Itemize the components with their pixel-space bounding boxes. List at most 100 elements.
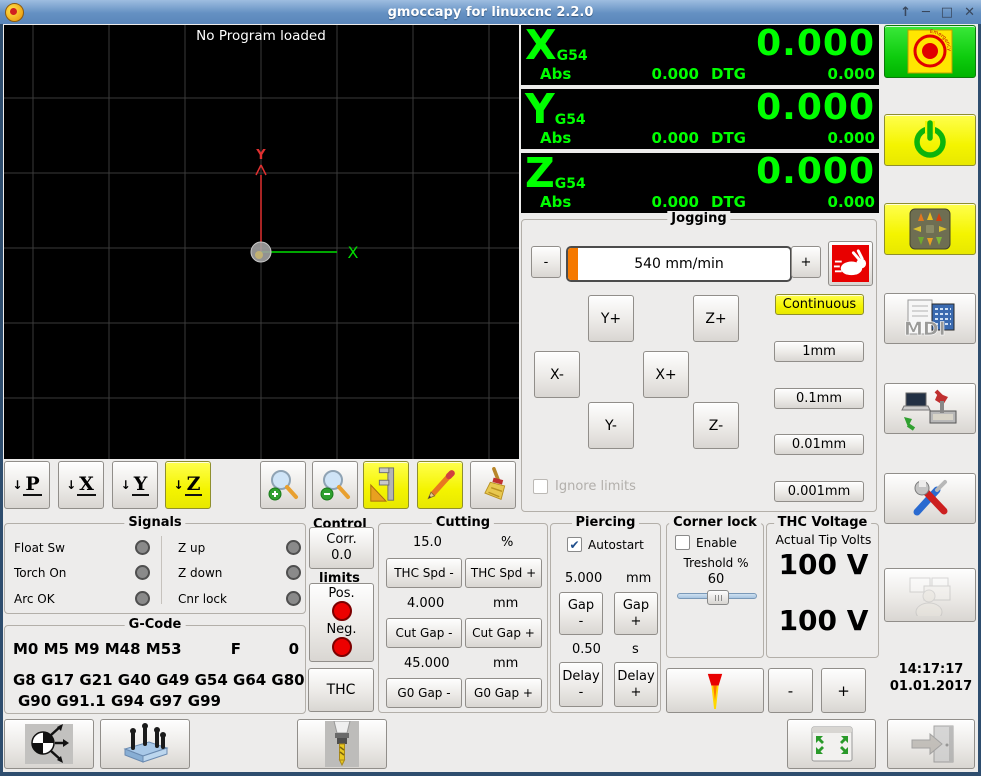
view-y-button[interactable]: ↓ Y <box>112 461 158 509</box>
clear-plot-button[interactable] <box>470 461 516 509</box>
feed-value: 0 <box>288 640 299 658</box>
maximize-button[interactable]: □ <box>941 5 953 20</box>
increment-0.001mm-button[interactable]: 0.001mm <box>774 481 864 502</box>
shade-button[interactable]: ↑ <box>900 5 911 20</box>
neg-limit-led <box>331 637 352 657</box>
cut-gap-minus-button[interactable]: Cut Gap - <box>386 618 462 648</box>
run-machine-icon <box>901 389 957 431</box>
view-z-button[interactable]: ↓ Z <box>165 461 211 509</box>
increment-1mm-button[interactable]: 1mm <box>774 341 864 362</box>
gcode-title: G-Code <box>124 617 186 632</box>
signals-divider <box>161 536 162 604</box>
titlebar[interactable]: gmoccapy for linuxcnc 2.2.0 ↑ ─ □ ✕ <box>0 0 981 24</box>
estop-button[interactable]: Emergency-Stop <box>884 25 976 78</box>
signal-z-down-label: Z down <box>178 566 223 580</box>
jog-y-minus-button[interactable]: Y- <box>588 402 634 449</box>
cut-gap-plus-button[interactable]: Cut Gap + <box>465 618 542 648</box>
fullscreen-button[interactable] <box>787 719 876 769</box>
gcode-panel: G-Code M0 M5 M9 M48 M53 F 0 G8 G17 G21 G… <box>4 617 306 714</box>
jog-speed-value: 540 mm/min <box>634 256 724 272</box>
enable-label: Enable <box>696 535 737 550</box>
increment-continuous-button[interactable]: Continuous <box>775 294 864 315</box>
thc-button[interactable]: THC <box>308 668 374 712</box>
touch-plate-button[interactable] <box>100 719 190 769</box>
thc-speed-unit: % <box>501 535 514 550</box>
signal-torch-on-label: Torch On <box>14 566 67 580</box>
jog-x-minus-button[interactable]: X- <box>534 351 580 398</box>
z-down-led <box>286 565 301 580</box>
thc-voltage-title: THC Voltage <box>773 515 872 530</box>
clock-date: 01.01.2017 <box>889 679 973 694</box>
g0-gap-unit: mm <box>493 656 519 671</box>
minimize-button[interactable]: ─ <box>922 5 930 20</box>
settings-button[interactable] <box>884 473 976 524</box>
jog-speed-minus-button[interactable]: - <box>531 246 561 278</box>
close-button[interactable]: ✕ <box>964 5 975 20</box>
g0-gap-plus-button[interactable]: G0 Gap + <box>465 678 542 708</box>
dimensions-button[interactable] <box>363 461 409 509</box>
thc-speed-minus-button[interactable]: THC Spd - <box>386 558 462 588</box>
window-title: gmoccapy for linuxcnc 2.2.0 <box>387 4 594 20</box>
view-p-button[interactable]: ↓ P <box>4 461 50 509</box>
mdi-mode-button[interactable]: MDI <box>884 293 976 344</box>
power-icon <box>914 120 946 158</box>
jogging-title: Jogging <box>667 211 731 226</box>
corr-label: Corr. <box>326 532 357 547</box>
increment-0.1mm-button[interactable]: 0.1mm <box>774 388 864 409</box>
down-arrow-icon: ↓ <box>66 478 77 492</box>
axis-value: 0.000 <box>756 151 875 192</box>
dro-axis-x[interactable]: X G54 0.000 Abs 0.000 DTG 0.000 <box>521 25 879 85</box>
dtg-value: 0.000 <box>827 65 875 83</box>
neg-limit-label: Neg. <box>326 622 357 637</box>
piercing-panel: Piercing ✔ Autostart 5.000 mm Gap - Gap … <box>550 515 661 713</box>
manual-mode-button[interactable] <box>884 203 976 255</box>
preview-plot[interactable]: No Program loaded Y X <box>4 25 519 459</box>
zoom-out-button[interactable] <box>312 461 358 509</box>
auto-mode-button[interactable] <box>884 383 976 434</box>
dro-axis-z[interactable]: Z G54 0.000 Abs 0.000 DTG 0.000 <box>521 153 879 213</box>
torch-button[interactable] <box>666 668 764 713</box>
threshold-slider-handle[interactable] <box>707 590 729 605</box>
tool-change-button[interactable] <box>297 719 387 769</box>
view-x-button[interactable]: ↓ X <box>58 461 104 509</box>
torch-flame-icon <box>707 673 723 709</box>
fullscreen-icon <box>811 726 852 762</box>
gap-plus-line1: Gap <box>622 597 650 613</box>
caliper-icon <box>370 467 395 502</box>
pierce-gap-plus-button[interactable]: Gap + <box>614 592 658 635</box>
autostart-label: Autostart <box>588 537 644 552</box>
rapid-speed-toggle-button[interactable] <box>828 241 873 286</box>
jog-z-plus-button[interactable]: Z+ <box>693 295 739 342</box>
autostart-checkbox[interactable]: ✔ Autostart <box>567 537 644 552</box>
abs-value: 0.000 <box>651 65 699 83</box>
checkbox-unchecked-icon <box>675 535 690 550</box>
ignore-limits-checkbox[interactable]: Ignore limits <box>533 479 636 494</box>
pierce-gap-minus-button[interactable]: Gap - <box>559 592 603 635</box>
g0-gap-minus-button[interactable]: G0 Gap - <box>386 678 462 708</box>
exit-button[interactable] <box>887 719 975 769</box>
dtg-label: DTG <box>711 193 746 211</box>
jog-y-plus-button[interactable]: Y+ <box>588 295 634 342</box>
pierce-delay-plus-button[interactable]: Delay + <box>614 662 658 707</box>
jog-speed-plus-button[interactable]: + <box>791 246 821 278</box>
signals-title: Signals <box>124 515 186 530</box>
signal-float-sw-label: Float Sw <box>14 541 65 555</box>
enable-checkbox[interactable]: Enable <box>675 535 737 550</box>
axis-value: 0.000 <box>756 87 875 128</box>
draw-path-button[interactable] <box>417 461 463 509</box>
machine-on-button[interactable] <box>884 114 976 166</box>
volts-plus-button[interactable]: + <box>821 668 866 713</box>
signal-cnr-lock-label: Cnr lock <box>178 592 227 606</box>
user-settings-button <box>884 568 976 622</box>
volts-minus-button[interactable]: - <box>768 668 813 713</box>
thc-speed-plus-button[interactable]: THC Spd + <box>465 558 542 588</box>
touch-off-button[interactable] <box>4 719 94 769</box>
jog-z-minus-button[interactable]: Z- <box>693 402 739 449</box>
jog-x-plus-button[interactable]: X+ <box>643 351 689 398</box>
y-axis-label: Y <box>255 148 266 163</box>
pierce-delay-minus-button[interactable]: Delay - <box>559 662 603 707</box>
arc-ok-led <box>135 591 150 606</box>
increment-0.01mm-button[interactable]: 0.01mm <box>774 434 864 455</box>
zoom-in-button[interactable] <box>260 461 306 509</box>
dro-axis-y[interactable]: Y G54 0.000 Abs 0.000 DTG 0.000 <box>521 89 879 149</box>
